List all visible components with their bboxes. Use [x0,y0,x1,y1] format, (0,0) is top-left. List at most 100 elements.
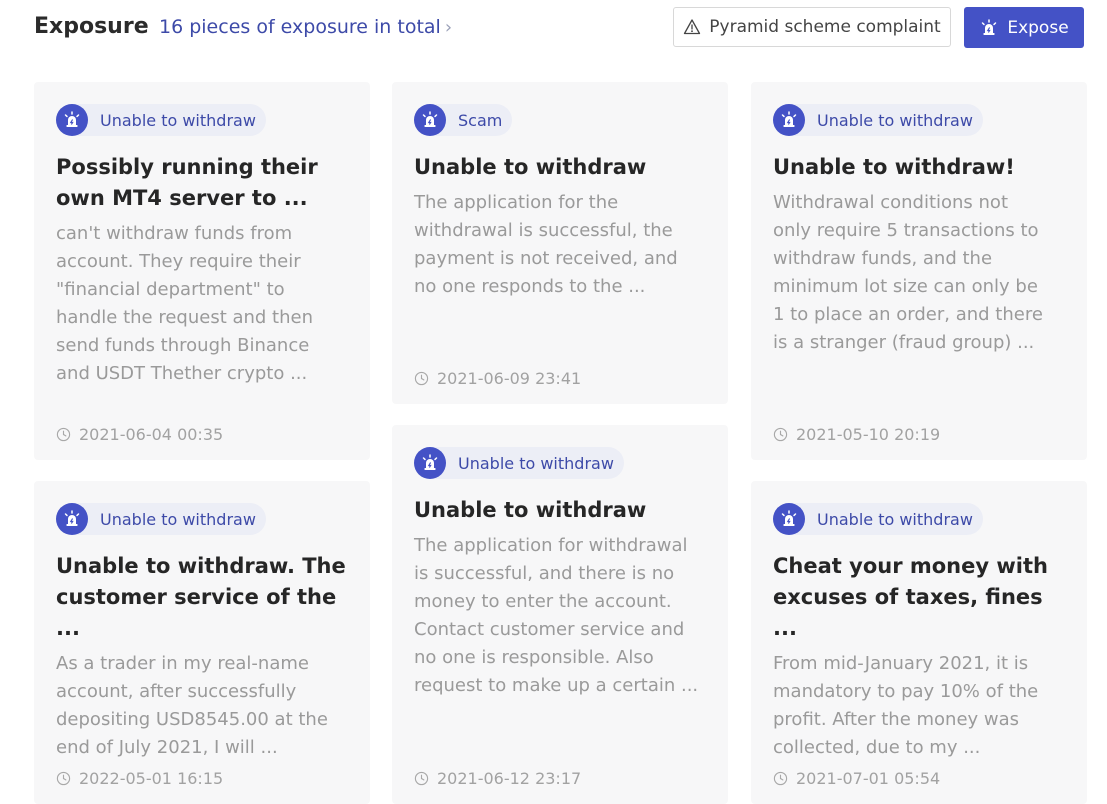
exposure-card[interactable]: Scam Unable to withdraw The application … [392,82,728,404]
card-timestamp-text: 2021-06-12 23:17 [437,769,582,788]
card-summary: can't withdraw funds from account. They … [56,220,348,388]
card-timestamp: 2021-06-12 23:17 [414,769,581,788]
card-summary-line: "financial department" to [56,279,285,300]
card-summary-line: withdrawal is successful, the [414,220,673,241]
category-tag: Unable to withdraw [56,503,266,535]
card-summary-line: payment is not received, and [414,248,678,269]
card-title-line: Possibly running their [56,155,318,179]
clock-icon [773,771,788,786]
card-summary: The application for withdrawal is succes… [414,532,706,700]
total-exposure-label: 16 pieces of exposure in total [159,16,441,38]
clock-icon [414,371,429,386]
exposure-card[interactable]: Unable to withdraw Cheat your money with… [751,481,1087,804]
card-summary-line: collected, due to my ... [773,737,981,758]
card-summary-line: The application for withdrawal [414,535,688,556]
card-timestamp-text: 2021-05-10 20:19 [796,425,941,444]
card-summary-line: Withdrawal conditions not [773,192,1009,213]
card-timestamp-text: 2021-07-01 05:54 [796,769,941,788]
card-timestamp: 2021-07-01 05:54 [773,769,940,788]
category-tag: Unable to withdraw [773,104,983,136]
page-header: Exposure 16 pieces of exposure in total ›… [0,0,1107,60]
category-tag: Unable to withdraw [414,447,624,479]
exposure-card[interactable]: Unable to withdraw Possibly running thei… [34,82,370,460]
expose-label: Expose [1007,17,1069,38]
category-label: Unable to withdraw [817,110,973,130]
card-summary-line: account. They require their [56,251,301,272]
category-tag: Scam [414,104,513,136]
card-summary-line: minimum lot size can only be [773,276,1038,297]
card-title-line: Unable to withdraw! [773,155,1015,179]
alarm-icon [56,104,88,136]
clock-icon [414,771,429,786]
card-summary: As a trader in my real-name account, aft… [56,650,348,762]
exposure-card[interactable]: Unable to withdraw Unable to withdraw. T… [34,481,370,804]
card-summary: Withdrawal conditions not only require 5… [773,189,1065,357]
card-summary-line: withdraw funds, and the [773,248,993,269]
card-timestamp-text: 2021-06-09 23:41 [437,369,582,388]
card-summary-line: no one responds to the ... [414,276,646,297]
card-title: Possibly running their own MT4 server to… [56,152,348,214]
expose-button[interactable]: Expose [964,7,1084,48]
card-timestamp: 2021-05-10 20:19 [773,425,940,444]
card-summary: From mid-January 2021, it is mandatory t… [773,650,1065,762]
card-title: Unable to withdraw! [773,152,1065,183]
warning-triangle-icon [684,19,701,35]
card-timestamp: 2022-05-01 16:15 [56,769,223,788]
card-title-line: Unable to withdraw [414,498,647,522]
clock-icon [56,427,71,442]
card-summary-line: depositing USD8545.00 at the [56,709,328,730]
card-title: Cheat your money with excuses of taxes, … [773,551,1065,644]
card-summary-line: profit. After the money was [773,709,1020,730]
chevron-right-icon: › [444,17,453,38]
card-timestamp-text: 2021-06-04 00:35 [79,425,224,444]
card-summary-line: end of July 2021, I will ... [56,737,278,758]
page-title: Exposure [34,14,149,39]
card-summary-line: and USDT Thether crypto ... [56,363,308,384]
clock-icon [56,771,71,786]
card-summary-line: only require 5 transactions to [773,220,1039,241]
card-title-line: customer service of the ... [56,585,337,640]
card-title: Unable to withdraw. The customer service… [56,551,348,644]
alarm-icon [773,503,805,535]
card-summary-line: is successful, and there is no [414,563,675,584]
category-label: Unable to withdraw [458,453,614,473]
exposure-card[interactable]: Unable to withdraw Unable to withdraw Th… [392,425,728,804]
card-summary-line: send funds through Binance [56,335,310,356]
card-summary-line: As a trader in my real-name [56,653,309,674]
category-label: Unable to withdraw [100,110,256,130]
alarm-icon [414,447,446,479]
card-summary-line: From mid-January 2021, it is [773,653,1029,674]
card-timestamp: 2021-06-09 23:41 [414,369,581,388]
alarm-icon [773,104,805,136]
card-title-line: own MT4 server to ... [56,186,308,210]
card-summary-line: Contact customer service and [414,619,685,640]
card-summary-line: account, after successfully [56,681,297,702]
card-summary-line: The application for the [414,192,619,213]
card-summary-line: mandatory to pay 10% of the [773,681,1039,702]
card-summary-line: 1 to place an order, and there [773,304,1043,325]
card-timestamp-text: 2022-05-01 16:15 [79,769,224,788]
card-title-line: Unable to withdraw. The [56,554,346,578]
card-summary-line: can't withdraw funds from [56,223,293,244]
card-summary-line: money to enter the account. [414,591,672,612]
total-exposure-link[interactable]: 16 pieces of exposure in total › [159,16,452,38]
alarm-icon [979,18,999,38]
pyramid-complaint-label: Pyramid scheme complaint [709,17,941,37]
card-summary-line: is a stranger (fraud group) ... [773,332,1035,353]
clock-icon [773,427,788,442]
card-title: Unable to withdraw [414,152,706,183]
card-summary-line: no one is responsible. Also [414,647,654,668]
pyramid-complaint-button[interactable]: Pyramid scheme complaint [673,7,951,47]
card-summary-line: request to make up a certain ... [414,675,699,696]
card-title-line: Cheat your money with [773,554,1048,578]
category-tag: Unable to withdraw [56,104,266,136]
category-tag: Unable to withdraw [773,503,983,535]
card-summary: The application for the withdrawal is su… [414,189,706,301]
card-title: Unable to withdraw [414,495,706,526]
card-title-line: excuses of taxes, fines ... [773,585,1043,640]
category-label: Unable to withdraw [817,509,973,529]
exposure-card[interactable]: Unable to withdraw Unable to withdraw! W… [751,82,1087,460]
alarm-icon [56,503,88,535]
alarm-icon [414,104,446,136]
card-title-line: Unable to withdraw [414,155,647,179]
